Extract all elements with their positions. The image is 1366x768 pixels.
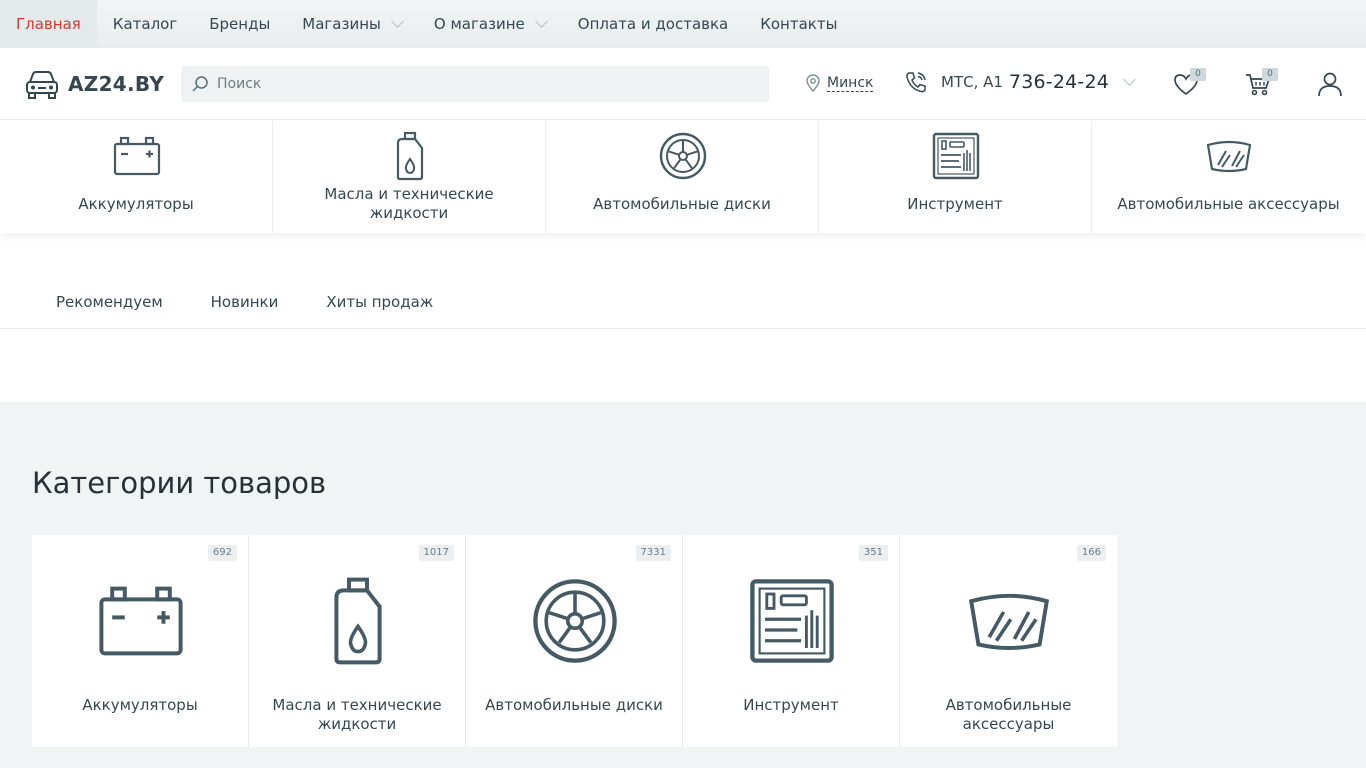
category-menu-item-wheels[interactable]: Автомобильные диски (546, 121, 819, 233)
item-count-badge: 351 (858, 545, 888, 561)
battery-icon (96, 576, 186, 666)
tool-set-icon (747, 576, 837, 666)
logo-text: AZ24.BY (68, 72, 165, 96)
category-card-wheels[interactable]: 7331 Автомобильные диски (466, 535, 683, 747)
cart-button[interactable]: 0 (1244, 68, 1278, 100)
location-pin-icon (806, 74, 820, 92)
wheel-icon (530, 576, 620, 666)
phone-selector[interactable]: МТС, А1 736-24-24 (904, 70, 1136, 94)
phone-operators: МТС, А1 (941, 73, 1003, 91)
category-menu: Аккумуляторы Масла и технические жидкост… (0, 121, 1366, 233)
cart-count-badge: 0 (1262, 68, 1278, 81)
nav-label: Контакты (760, 15, 838, 33)
account-button[interactable] (1316, 68, 1350, 100)
nav-item-home[interactable]: Главная (0, 0, 97, 48)
nav-item-contacts[interactable]: Контакты (744, 0, 853, 48)
category-label: Автомобильные диски (485, 696, 663, 714)
wishlist-count-badge: 0 (1190, 68, 1206, 81)
wishlist-button[interactable]: 0 (1172, 68, 1206, 100)
nav-label: Бренды (209, 15, 271, 33)
section-title: Категории товаров (32, 466, 327, 500)
product-tabs: Рекомендуем Новинки Хиты продаж (0, 280, 1366, 329)
category-cards: 692 Аккумуляторы 1017 Масла и технически… (32, 535, 1117, 747)
phone-number: 736-24-24 (1008, 71, 1110, 93)
windshield-icon (1204, 131, 1254, 181)
nav-item-brands[interactable]: Бренды (193, 0, 286, 48)
car-logo-icon (26, 71, 58, 99)
phone-icon (906, 72, 926, 93)
category-menu-item-oils[interactable]: Масла и технические жидкости (273, 121, 546, 233)
nav-label: Магазины (302, 15, 381, 33)
category-card-tools[interactable]: 351 Инструмент (683, 535, 900, 747)
item-count-badge: 166 (1076, 545, 1106, 561)
city-name: Минск (827, 74, 874, 92)
oil-canister-icon (385, 131, 435, 181)
oil-canister-icon (313, 576, 403, 666)
user-icon (1318, 72, 1342, 97)
category-label: Инструмент (743, 696, 839, 714)
chevron-down-icon (391, 15, 404, 28)
city-selector[interactable]: Минск (806, 74, 874, 92)
windshield-icon (964, 576, 1054, 666)
item-count-badge: 692 (207, 545, 237, 561)
search-bar (181, 66, 769, 102)
category-menu-item-tools[interactable]: Инструмент (819, 121, 1092, 233)
tab-recommended[interactable]: Рекомендуем (32, 280, 187, 324)
nav-item-payment-delivery[interactable]: Оплата и доставка (562, 0, 744, 48)
category-card-batteries[interactable]: 692 Аккумуляторы (32, 535, 249, 747)
tab-new[interactable]: Новинки (187, 280, 303, 324)
category-label: Автомобильные аксессуары (1117, 195, 1340, 213)
category-card-oils[interactable]: 1017 Масла и технические жидкости (249, 535, 466, 747)
category-menu-item-batteries[interactable]: Аккумуляторы (0, 121, 273, 233)
search-input[interactable] (217, 76, 757, 92)
site-header: AZ24.BY Минск МТС, А1 736-24-24 0 (0, 48, 1366, 120)
chevron-down-icon (1123, 73, 1136, 86)
item-count-badge: 7331 (635, 545, 671, 561)
category-label: Автомобильные диски (593, 195, 771, 213)
nav-label: О магазине (433, 15, 525, 33)
top-navigation: Главная Каталог Бренды Магазины О магази… (0, 0, 1366, 48)
category-menu-item-accessories[interactable]: Автомобильные аксессуары (1092, 121, 1365, 233)
site-logo[interactable]: AZ24.BY (24, 68, 164, 100)
nav-item-stores[interactable]: Магазины (286, 0, 418, 48)
chevron-down-icon (534, 15, 548, 28)
tool-set-icon (931, 131, 981, 181)
category-label: Аккумуляторы (82, 696, 198, 714)
category-label: Инструмент (907, 195, 1003, 213)
nav-label: Каталог (112, 15, 178, 33)
item-count-badge: 1017 (418, 545, 454, 561)
category-label: Масла и технические жидкости (324, 185, 494, 222)
search-icon (192, 76, 208, 92)
category-label: Масла и технические жидкости (272, 696, 442, 733)
category-label: Автомобильные аксессуары (945, 696, 1072, 733)
wheel-icon (658, 131, 708, 181)
categories-section: Категории товаров 692 Аккумуляторы 1017 … (0, 402, 1366, 768)
nav-item-about[interactable]: О магазине (418, 0, 562, 48)
nav-label: Оплата и доставка (577, 15, 729, 33)
category-label: Аккумуляторы (78, 195, 194, 213)
tab-bestsellers[interactable]: Хиты продаж (302, 280, 457, 324)
battery-icon (112, 131, 162, 181)
nav-label: Главная (16, 15, 81, 33)
category-card-accessories[interactable]: 166 Автомобильные аксессуары (900, 535, 1117, 747)
nav-item-catalog[interactable]: Каталог (97, 0, 193, 48)
